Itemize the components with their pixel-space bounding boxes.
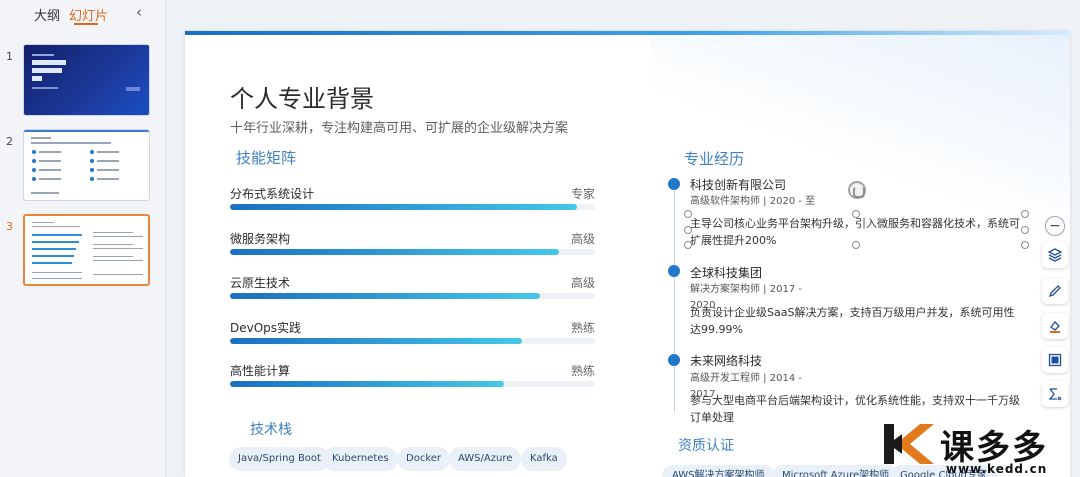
- chevron-left-icon[interactable]: ‹: [136, 3, 142, 21]
- tab-slides[interactable]: 幻灯片: [69, 5, 108, 24]
- tech-chip[interactable]: Kafka: [521, 447, 567, 471]
- skill-progress-bar: [230, 381, 595, 387]
- timeline-dot: [668, 178, 680, 190]
- slide-number: 3: [6, 220, 13, 233]
- skill-progress-bar: [230, 293, 595, 299]
- slide-number: 2: [6, 135, 13, 148]
- minus-icon[interactable]: −: [1045, 216, 1065, 236]
- watermark-url: www.kedd.cn: [946, 462, 1048, 476]
- cert-chip[interactable]: AWS解决方案架构师: [662, 465, 775, 477]
- skill-name: 微服务架构: [230, 232, 291, 246]
- brand-logo-icon: [884, 424, 934, 464]
- experience-company[interactable]: 全球科技集团: [690, 264, 762, 281]
- resize-handle[interactable]: [684, 241, 692, 249]
- pen-icon[interactable]: [1042, 278, 1068, 304]
- skill-level: 高级: [570, 232, 595, 246]
- skill-name: 高性能计算: [230, 364, 291, 378]
- slide-preview[interactable]: [23, 214, 150, 286]
- skill-progress-fill: [230, 338, 522, 344]
- experience-company[interactable]: 科技创新有限公司: [690, 176, 786, 193]
- tech-chip[interactable]: Java/Spring Boot: [229, 447, 330, 471]
- text-selection-box[interactable]: [684, 210, 1029, 249]
- certifications-heading[interactable]: 资质认证: [678, 435, 734, 455]
- skills-heading[interactable]: 技能矩阵: [236, 147, 296, 168]
- slide-panel: 大纲 幻灯片 ‹ 1 2 3: [0, 0, 166, 477]
- timeline-dot: [668, 354, 680, 366]
- function-icon[interactable]: [1042, 381, 1068, 407]
- skill-level: 熟练: [570, 364, 595, 378]
- skill-progress-bar: [230, 204, 595, 210]
- frame-icon[interactable]: [1042, 347, 1068, 373]
- tab-outline[interactable]: 大纲: [34, 5, 60, 24]
- experience-description[interactable]: 负责设计企业级SaaS解决方案，支持百万级用户并发，系统可用性达99.99%: [690, 304, 1025, 338]
- slide-preview[interactable]: [23, 129, 150, 201]
- resize-handle[interactable]: [684, 226, 692, 234]
- skill-level: 专家: [570, 187, 595, 201]
- active-tab-indicator: [74, 23, 98, 25]
- skill-name: 云原生技术: [230, 276, 291, 290]
- resize-handle[interactable]: [852, 210, 860, 218]
- skill-name: 分布式系统设计: [230, 187, 315, 201]
- experience-company[interactable]: 未来网络科技: [690, 352, 762, 369]
- experience-heading[interactable]: 专业经历: [684, 148, 744, 169]
- skill-progress-bar: [230, 338, 595, 344]
- slide-preview[interactable]: [23, 44, 150, 116]
- skill-progress-fill: [230, 381, 504, 387]
- skill-level: 高级: [570, 276, 595, 290]
- rotate-handle-icon[interactable]: [848, 181, 866, 199]
- skill-progress-fill: [230, 293, 541, 299]
- layers-icon[interactable]: [1042, 242, 1068, 268]
- resize-handle[interactable]: [1021, 210, 1029, 218]
- tech-chip[interactable]: AWS/Azure: [449, 447, 522, 471]
- skill-level: 熟练: [570, 321, 595, 335]
- resize-handle[interactable]: [1021, 226, 1029, 234]
- skill-progress-fill: [230, 249, 559, 255]
- skill-name: DevOps实践: [230, 321, 302, 335]
- resize-handle[interactable]: [1021, 241, 1029, 249]
- tech-chip[interactable]: Docker: [397, 447, 451, 471]
- resize-handle[interactable]: [684, 210, 692, 218]
- resize-handle[interactable]: [852, 241, 860, 249]
- paint-bucket-icon[interactable]: [1042, 313, 1068, 339]
- skill-progress-fill: [230, 204, 577, 210]
- watermark-logo: 课多多 www.kedd.cn: [878, 420, 1080, 477]
- tech-stack-heading[interactable]: 技术栈: [250, 419, 292, 439]
- timeline-line: [674, 183, 675, 413]
- slide-thumbnail-1[interactable]: 1: [0, 44, 166, 120]
- timeline-dot: [668, 265, 680, 277]
- slide-title[interactable]: 个人专业背景: [230, 79, 374, 114]
- slide-canvas[interactable]: 个人专业背景 十年行业深耕，专注构建高可用、可扩展的企业级解决方案 技能矩阵 分…: [185, 31, 1070, 477]
- slide-number: 1: [6, 50, 13, 63]
- slide-thumbnail-3[interactable]: 3: [0, 214, 166, 290]
- skill-progress-bar: [230, 249, 595, 255]
- panel-tabs: 大纲 幻灯片 ‹: [0, 0, 166, 32]
- slide-subtitle[interactable]: 十年行业深耕，专注构建高可用、可扩展的企业级解决方案: [230, 117, 568, 136]
- experience-role[interactable]: 高级软件架构师 | 2020 - 至: [690, 194, 825, 210]
- tech-chip[interactable]: Kubernetes: [323, 447, 398, 471]
- slide-thumbnail-2[interactable]: 2: [0, 129, 166, 205]
